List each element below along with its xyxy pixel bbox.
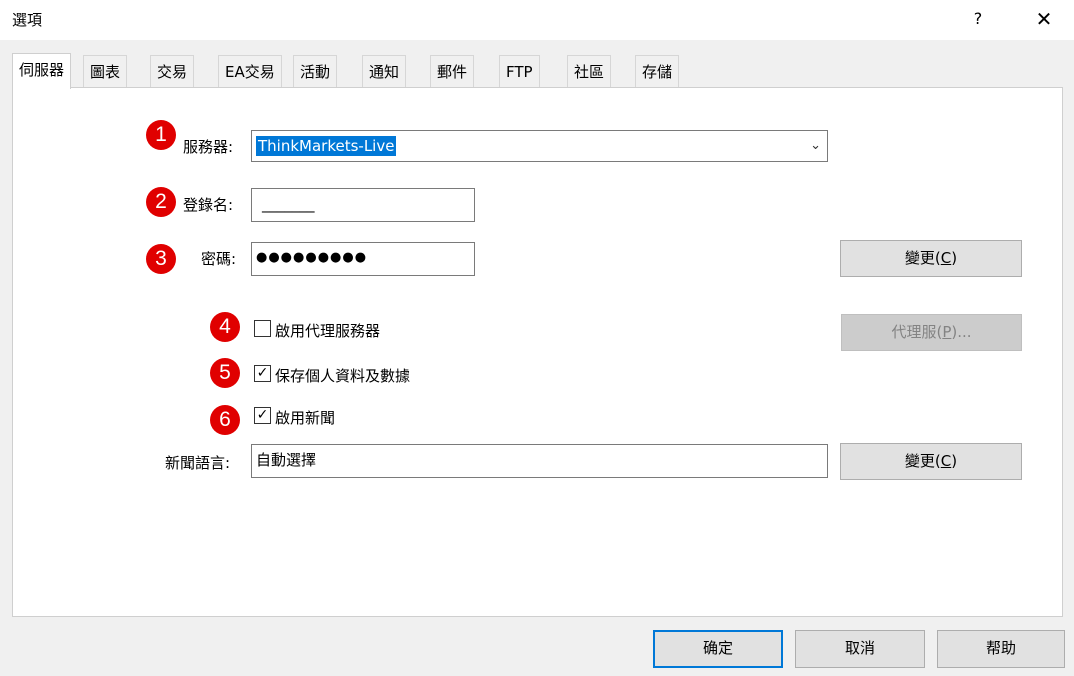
save-personal-label: 保存個人資料及數據	[275, 367, 411, 385]
badge-6: 6	[210, 405, 240, 435]
tab-trade[interactable]: 交易	[150, 55, 195, 87]
cancel-button[interactable]: 取消	[795, 630, 925, 668]
chevron-down-icon: ⌄	[810, 138, 821, 153]
change-news-language-button-key: C	[940, 452, 952, 470]
help-icon[interactable]: ?	[962, 4, 994, 34]
close-icon[interactable]: ✕	[1028, 4, 1060, 34]
badge-1: 1	[146, 120, 176, 150]
badge-2: 2	[146, 187, 176, 217]
tab-community[interactable]: 社區	[567, 55, 612, 87]
tab-storage[interactable]: 存儲	[635, 55, 680, 87]
tab-ftp[interactable]: FTP	[499, 55, 540, 87]
badge-4: 4	[210, 312, 240, 342]
password-input-value: ●●●●●●●●●	[256, 250, 368, 265]
save-personal-checkbox[interactable]: ✓	[254, 365, 271, 382]
login-input-value: _______	[262, 195, 315, 213]
tab-email[interactable]: 郵件	[430, 55, 475, 87]
enable-news-checkbox[interactable]: ✓	[254, 407, 271, 424]
enable-news-label: 啟用新聞	[275, 409, 336, 427]
change-news-language-button[interactable]: 變更(C)	[840, 443, 1022, 480]
window-title: 選項	[12, 11, 43, 29]
proxy-server-button-label: 代理服(	[891, 323, 943, 341]
proxy-server-button-end: )...	[951, 323, 972, 341]
server-select-value: ThinkMarkets-Live	[256, 136, 397, 156]
login-input[interactable]: _______	[251, 188, 475, 222]
server-label: 服務器:	[183, 138, 234, 156]
change-password-button-label: 變更(	[904, 249, 941, 267]
password-label: 密碼:	[201, 250, 237, 268]
change-password-button[interactable]: 變更(C)	[840, 240, 1022, 277]
news-language-input[interactable]: 自動選擇	[251, 444, 828, 478]
change-password-button-key: C	[940, 249, 952, 267]
help-button[interactable]: 帮助	[937, 630, 1065, 668]
title-bar: 選項 ? ✕	[0, 0, 1074, 40]
tab-charts[interactable]: 圖表	[83, 55, 128, 87]
tab-server[interactable]: 伺服器	[12, 53, 72, 89]
proxy-server-button[interactable]: 代理服(P)...	[841, 314, 1022, 351]
proxy-label: 啟用代理服務器	[275, 322, 381, 340]
change-news-language-button-end: )	[951, 452, 958, 470]
tab-bar: 伺服器 圖表 交易 EA交易 活動 通知 郵件 FTP 社區 存儲	[12, 53, 702, 89]
tab-expert-advisors[interactable]: EA交易	[218, 55, 282, 87]
tab-notifications[interactable]: 通知	[362, 55, 407, 87]
server-select[interactable]: ThinkMarkets-Live ⌄	[251, 130, 828, 162]
news-language-label: 新聞語言:	[165, 454, 231, 472]
server-settings-panel: 1 服務器: ThinkMarkets-Live ⌄ 2 登錄名: ______…	[12, 87, 1063, 617]
login-label: 登錄名:	[183, 196, 234, 214]
badge-5: 5	[210, 358, 240, 388]
proxy-checkbox[interactable]	[254, 320, 271, 337]
ok-button[interactable]: 确定	[653, 630, 783, 668]
badge-3: 3	[146, 244, 176, 274]
change-password-button-end: )	[951, 249, 958, 267]
news-language-value: 自動選擇	[256, 451, 317, 469]
password-input[interactable]: ●●●●●●●●●	[251, 242, 475, 276]
tab-events[interactable]: 活動	[293, 55, 338, 87]
change-news-language-button-label: 變更(	[904, 452, 941, 470]
